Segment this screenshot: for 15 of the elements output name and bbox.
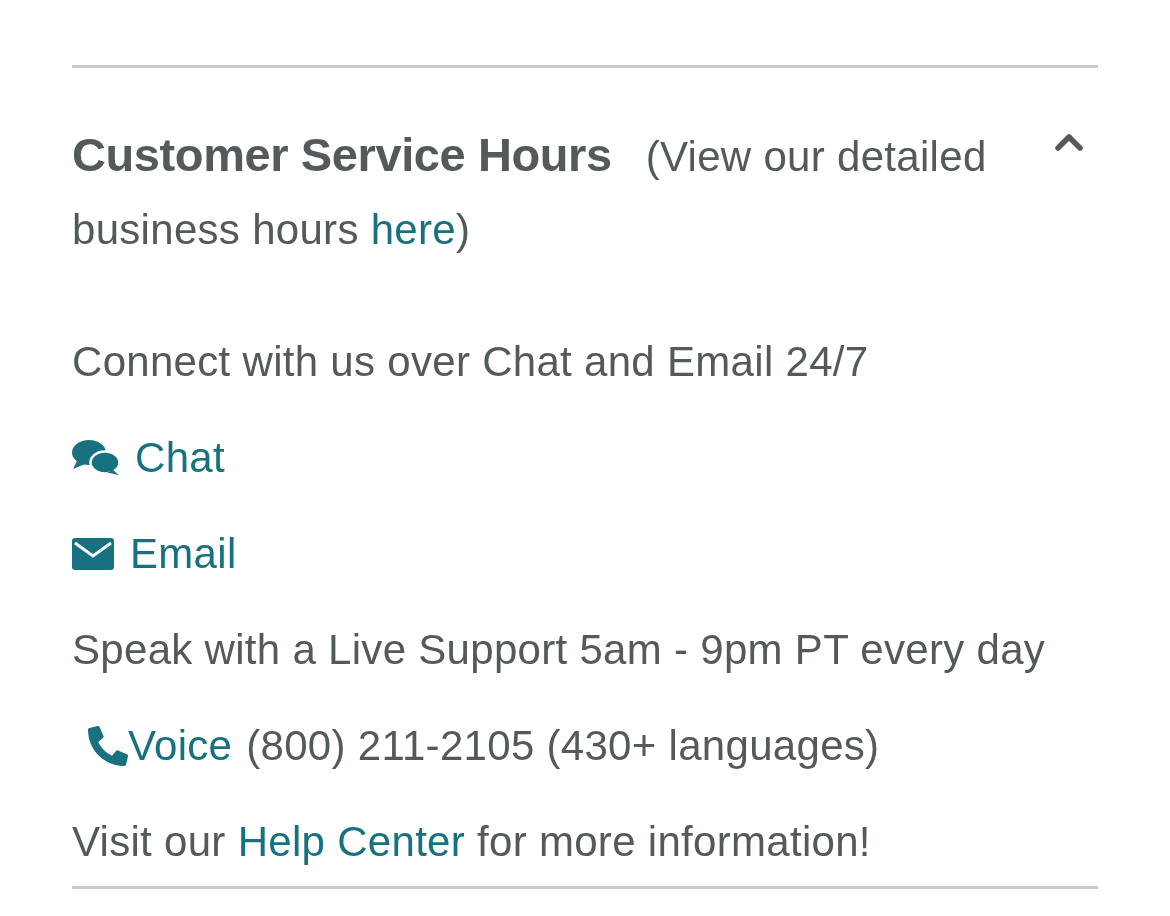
info-text: Speak with a Live Support 5am - 9pm PT every day [72,625,1046,675]
collapse-button[interactable] [1054,132,1084,152]
envelope-icon [72,538,114,570]
voice-link[interactable]: Voice [88,718,233,774]
phone-number-text: (800) 211-2105 (430+ languages) [246,721,880,771]
email-link[interactable]: Email [72,526,237,582]
phone-icon [88,726,128,766]
chat-icon [72,440,120,476]
help-text: Visit our Help Center for more information! [72,817,871,867]
chevron-up-icon [1054,132,1084,152]
business-hours-link[interactable]: here [370,206,456,253]
section-heading: Customer Service Hours (View our detailed business hours here) [72,127,988,255]
info-text: Connect with us over Chat and Email 24/7 [72,337,869,387]
chat-link[interactable]: Chat [72,430,225,486]
help-center-link[interactable]: Help Center [237,818,466,865]
